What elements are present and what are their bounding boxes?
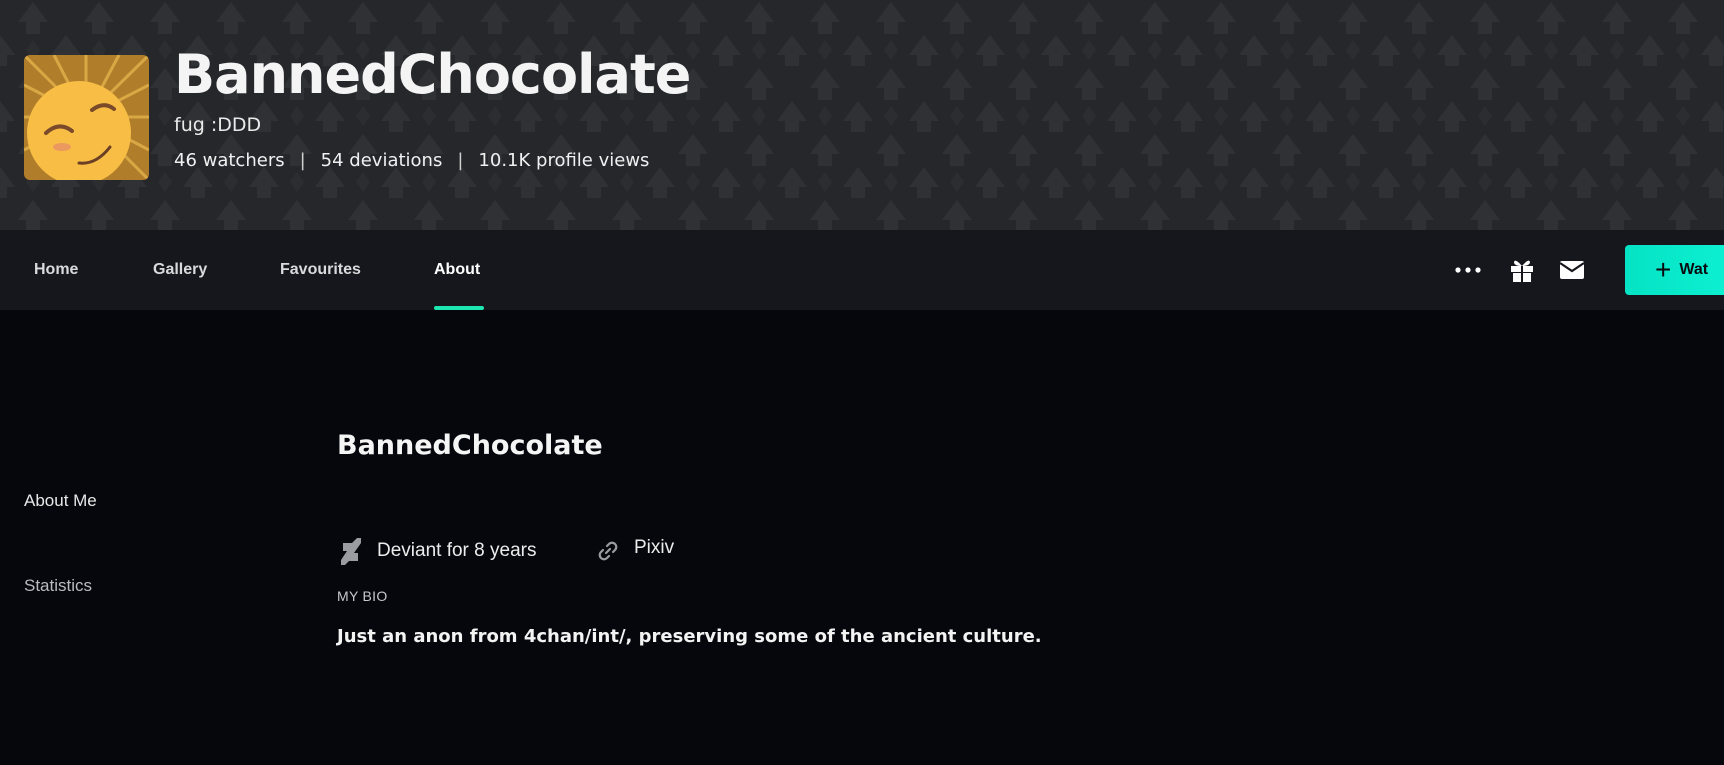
watch-button[interactable]: + Wat <box>1625 245 1724 295</box>
profile-stats: 46 watchers | 54 deviations | 10.1K profile … <box>174 149 649 173</box>
sidebar-item-statistics[interactable]: Statistics <box>24 576 92 596</box>
bio-text: Just an anon from 4chan/int/, preserving… <box>337 626 1042 647</box>
about-title: BannedChocolate <box>337 430 603 461</box>
tab-gallery[interactable]: Gallery <box>153 230 207 310</box>
stats-separator: | <box>457 150 464 171</box>
link-icon <box>598 541 618 561</box>
profile-tagline: fug :DDD <box>174 114 262 136</box>
profile-header: BannedChocolate fug :DDD 46 watchers | 54 … <box>0 0 1724 230</box>
profile-views-count: 10.1K profile views <box>478 150 650 171</box>
stats-separator: | <box>299 150 306 171</box>
deviant-since: Deviant for 8 years <box>337 536 536 566</box>
tab-about[interactable]: About <box>434 230 480 310</box>
mail-icon[interactable] <box>1558 256 1586 284</box>
more-icon[interactable] <box>1454 256 1482 284</box>
pixiv-link[interactable]: Pixiv <box>634 537 674 559</box>
profile-name: BannedChocolate <box>174 43 691 106</box>
bio-heading: MY BIO <box>337 588 388 604</box>
avatar[interactable] <box>24 55 149 180</box>
plus-icon: + <box>1655 254 1672 285</box>
watchers-count[interactable]: 46 watchers <box>174 150 285 171</box>
gift-icon[interactable] <box>1508 256 1536 284</box>
deviant-for-text: Deviant for 8 years <box>377 540 537 561</box>
tab-favourites[interactable]: Favourites <box>280 230 361 310</box>
deviations-count[interactable]: 54 deviations <box>321 150 443 171</box>
external-link[interactable]: Pixiv <box>596 533 674 563</box>
tab-home[interactable]: Home <box>34 230 78 310</box>
sidebar-item-about-me[interactable]: About Me <box>24 491 97 511</box>
watch-button-label: Wat <box>1679 261 1709 278</box>
deviantart-logo-icon <box>341 538 361 565</box>
active-tab-indicator <box>434 306 484 310</box>
